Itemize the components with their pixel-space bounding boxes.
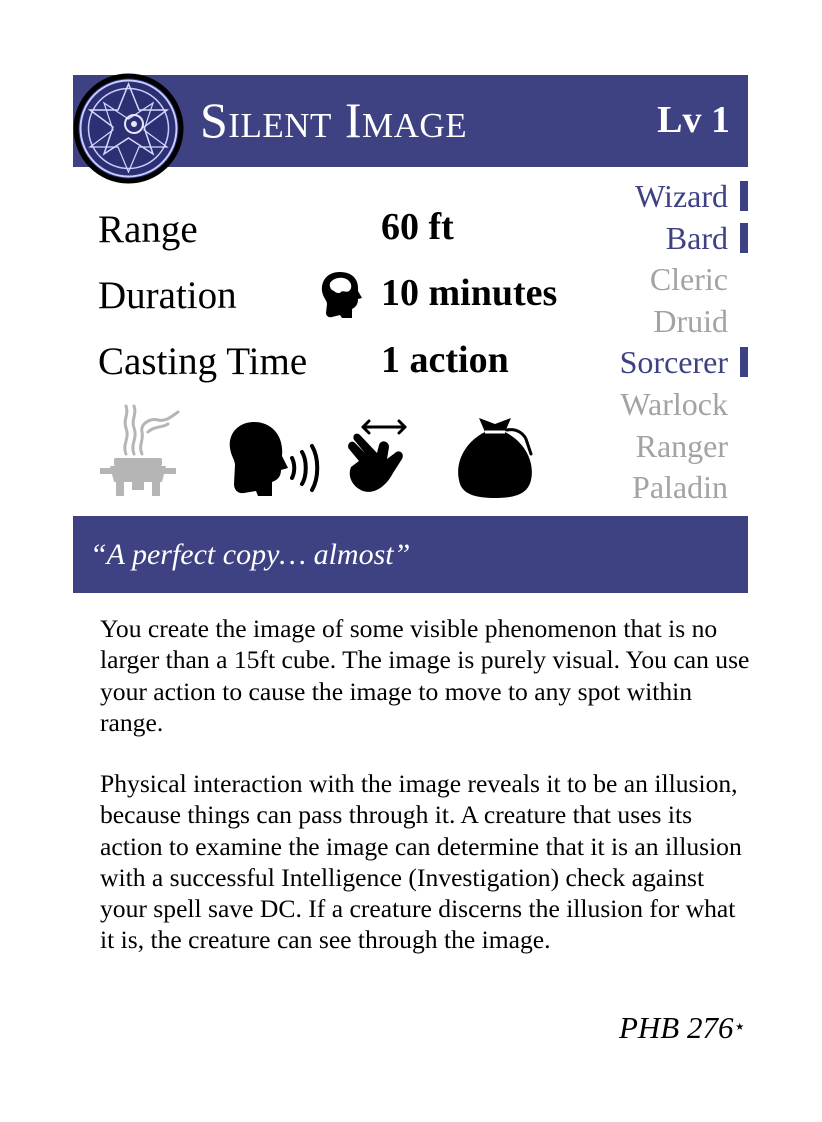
description-paragraph: You create the image of some visible phe…: [100, 614, 750, 737]
class-name: Sorcerer: [619, 344, 728, 381]
class-active-marker: [740, 347, 748, 378]
material-pouch-icon: [458, 418, 533, 498]
source-reference: PHB 276⋆: [619, 1010, 746, 1046]
casting-time-label: Casting Time: [98, 340, 308, 383]
class-list: Wizard Bard Cleric Druid Sorcerer Warloc…: [548, 176, 748, 509]
class-item-warlock: Warlock: [548, 384, 748, 426]
class-item-paladin: Paladin: [548, 467, 748, 509]
illusion-school-emblem-icon: [73, 73, 184, 184]
ritual-incense-icon: [100, 404, 180, 496]
class-item-sorcerer: Sorcerer: [548, 342, 748, 384]
range-label: Range: [98, 208, 198, 251]
duration-label: Duration: [98, 274, 237, 317]
class-item-cleric: Cleric: [548, 259, 748, 301]
casting-time-value: 1 action: [381, 339, 509, 381]
class-name: Paladin: [632, 469, 728, 506]
class-name: Warlock: [620, 385, 728, 422]
somatic-hand-icon: [348, 419, 407, 492]
spell-title: Silent Image: [200, 92, 468, 148]
verbal-speaking-head-icon: [229, 422, 320, 496]
class-item-wizard: Wizard: [548, 176, 748, 218]
class-name: Druid: [653, 302, 728, 339]
class-name: Cleric: [649, 261, 728, 298]
class-item-ranger: Ranger: [548, 426, 748, 468]
class-name: Ranger: [635, 427, 728, 464]
class-name: Bard: [665, 219, 728, 256]
description-paragraph: Physical interaction with the image reve…: [100, 769, 742, 955]
concentration-head-icon: [321, 272, 362, 318]
source-marker: ⋆: [733, 1016, 746, 1038]
class-active-marker: [740, 222, 748, 253]
spell-level: Lv 1: [657, 99, 730, 141]
class-item-bard: Bard: [548, 218, 748, 260]
source-text: PHB 276: [618, 1010, 734, 1045]
class-active-marker: [740, 181, 748, 211]
class-item-druid: Druid: [548, 301, 748, 343]
flavor-quote: “A perfect copy… almost”: [90, 538, 411, 571]
class-name: Wizard: [635, 178, 728, 214]
range-value: 60 ft: [381, 206, 454, 248]
duration-value: 10 minutes: [381, 272, 558, 314]
